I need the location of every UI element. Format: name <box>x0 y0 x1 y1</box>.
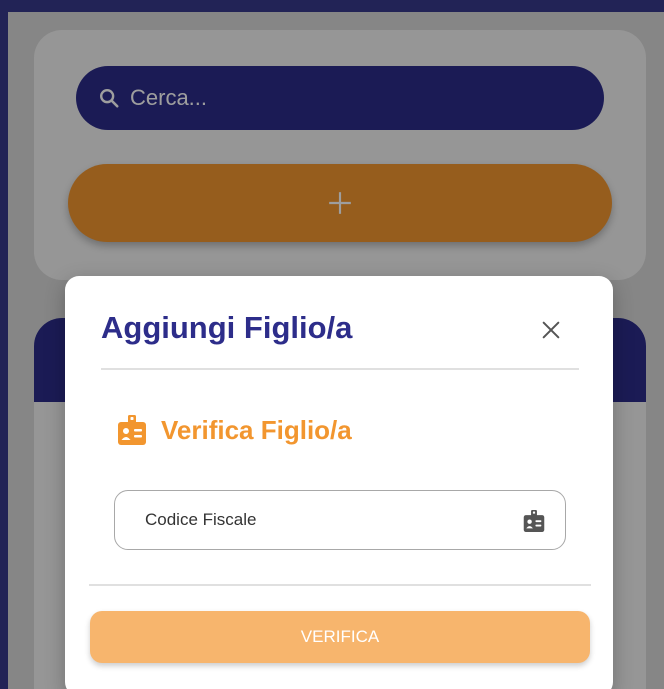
verify-section-title: Verifica Figlio/a <box>161 414 352 445</box>
add-child-modal: Aggiungi Figlio/a Verifica Figlio/a Codi… <box>65 276 613 689</box>
verify-button[interactable]: VERIFICA <box>90 611 590 663</box>
modal-title: Aggiungi Figlio/a <box>101 310 353 345</box>
close-button[interactable] <box>535 314 567 346</box>
verify-section-header: Verifica Figlio/a <box>117 414 352 446</box>
modal-divider-bottom <box>89 584 591 586</box>
id-badge-icon <box>118 415 146 445</box>
fiscal-code-input[interactable] <box>145 510 505 530</box>
id-badge-icon <box>523 510 545 532</box>
close-icon <box>542 321 560 339</box>
fiscal-code-field[interactable] <box>114 490 566 550</box>
modal-divider-top <box>101 368 579 370</box>
